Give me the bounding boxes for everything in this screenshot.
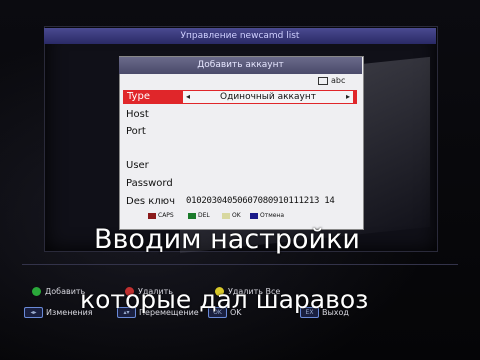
type-value: Одиночный аккаунт [220, 92, 316, 102]
caps-key: CAPS [148, 212, 174, 220]
caps-label: CAPS [158, 212, 174, 219]
del-key: DEL [188, 212, 210, 220]
blue-key-icon [250, 212, 258, 219]
port-field[interactable]: Port [126, 126, 146, 137]
password-field[interactable]: Password [126, 178, 173, 189]
caption-line-1: Вводим настройки [94, 224, 360, 255]
add-hint[interactable]: Добавить [32, 287, 85, 297]
host-field[interactable]: Host [126, 109, 149, 120]
green-button-icon [32, 287, 41, 296]
input-mode-label: abc [331, 76, 346, 85]
type-select[interactable]: ◂ Одиночный аккаунт ▸ [183, 91, 353, 103]
screen-title: Управление newcamd list [44, 28, 436, 44]
dialog-title: Добавить аккаунт [119, 57, 362, 74]
left-right-icon: ◂▸ [24, 307, 43, 318]
arrow-left-icon[interactable]: ◂ [186, 91, 190, 103]
caption-line-2: которые дал шаравоз [80, 285, 369, 314]
type-field-row[interactable]: Type ◂ Одиночный аккаунт ▸ [123, 90, 357, 104]
green-key-icon [188, 212, 196, 219]
ok-key: OK [222, 212, 241, 220]
des-key-value[interactable]: 01020304050607080910111213 14 [186, 196, 335, 206]
arrow-right-icon[interactable]: ▸ [346, 91, 350, 103]
red-key-icon [148, 212, 156, 219]
type-label: Type [127, 91, 150, 102]
dialog-key-legend: CAPS DEL OK Отмена [148, 212, 358, 222]
del-label: DEL [198, 212, 210, 219]
user-field[interactable]: User [126, 160, 149, 171]
keyboard-icon [318, 76, 328, 85]
des-key-field[interactable]: Des ключ [126, 196, 175, 207]
ok-label: OK [232, 212, 241, 219]
input-mode-indicator: abc [318, 76, 345, 85]
footer-divider [22, 264, 458, 265]
cancel-key: Отмена [250, 212, 284, 220]
cancel-label: Отмена [260, 212, 285, 219]
yellow-key-icon [222, 212, 230, 219]
